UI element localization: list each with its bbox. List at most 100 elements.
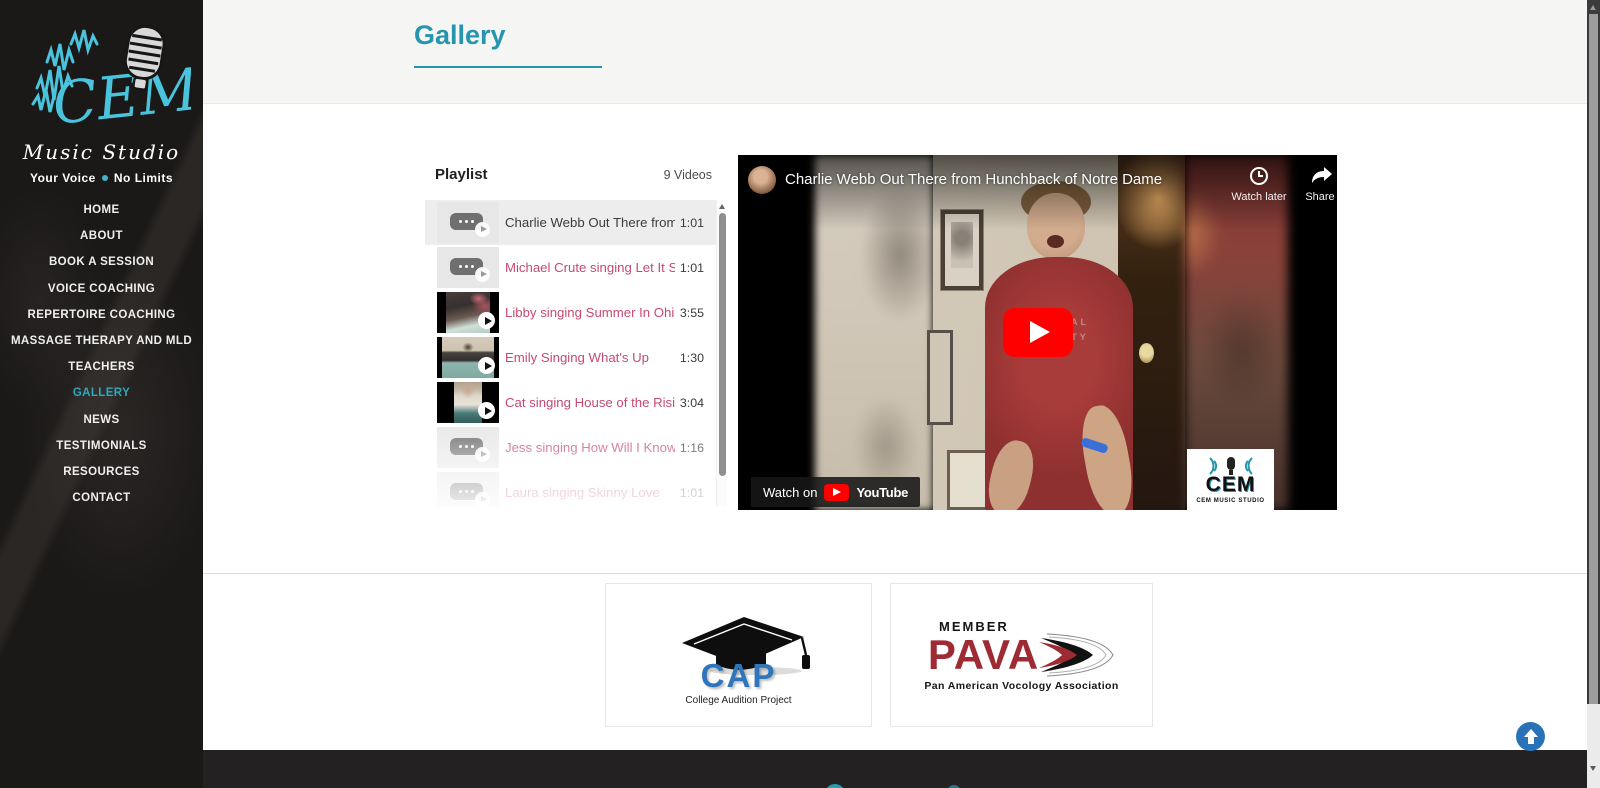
watermark-subtitle: CEM MUSIC STUDIO: [1196, 498, 1264, 504]
watermark-brand: CEM: [1206, 473, 1256, 497]
sidebar-item-about[interactable]: ABOUT: [0, 223, 203, 249]
tagline-left: Your Voice: [30, 171, 96, 185]
video-player-title[interactable]: Charlie Webb Out There from Hunchback of…: [785, 171, 1162, 188]
partner-card-cap[interactable]: CAP College Audition Project: [605, 583, 872, 727]
tagline-dot: [102, 175, 108, 181]
youtube-player[interactable]: VIRTUAL REALITY Charlie Webb Out There f…: [738, 155, 1337, 510]
scrollbar-up-button[interactable]: [1587, 0, 1600, 14]
page: CEM Music Studio Your Voice No Limits: [0, 0, 1600, 788]
playlist-item-title[interactable]: Jess singing How Will I Know: [505, 440, 675, 455]
pava-caption: Pan American Vocology Association: [924, 680, 1118, 692]
video-thumbnail[interactable]: [437, 472, 499, 507]
vase: [1139, 343, 1154, 363]
pava-logo-row: PAVA: [928, 632, 1115, 678]
play-icon: [475, 222, 490, 237]
playlist-item-duration: 1:01: [680, 486, 704, 500]
playlist-item-duration: 3:04: [680, 396, 704, 410]
browser-scrollbar-thumb[interactable]: [1587, 14, 1600, 704]
playlist-header: Playlist 9 Videos: [435, 166, 712, 183]
playlist-scrollbar[interactable]: [716, 200, 727, 507]
video-thumbnail[interactable]: [437, 337, 499, 378]
youtube-logo-icon: [824, 484, 849, 501]
sidebar-item-book-a-session[interactable]: BOOK A SESSION: [0, 249, 203, 275]
sidebar-item-testimonials[interactable]: TESTIMONIALS: [0, 433, 203, 459]
youtube-play-button[interactable]: [1003, 308, 1073, 357]
video-thumbnail[interactable]: [437, 382, 499, 423]
playlist-item[interactable]: Cat singing House of the Risi 3:04: [425, 380, 716, 425]
playlist-title: Playlist: [435, 166, 488, 183]
cem-logo-graphic: CEM: [13, 18, 191, 146]
sidebar-item-teachers[interactable]: TEACHERS: [0, 354, 203, 380]
vase: [1147, 277, 1165, 303]
wall-picture: [927, 330, 953, 425]
play-icon: [478, 402, 495, 419]
logo-subtitle: Music Studio: [0, 140, 203, 164]
playlist-item-title[interactable]: Emily Singing What's Up: [505, 350, 675, 365]
logo-brand-text: CEM: [49, 55, 191, 138]
video-thumbnail[interactable]: [437, 427, 499, 468]
playlist-item[interactable]: Emily Singing What's Up 1:30: [425, 335, 716, 380]
share-icon[interactable]: [1311, 166, 1333, 184]
playlist-item[interactable]: Michael Crute singing Let It S 1:01: [425, 245, 716, 290]
playlist-count: 9 Videos: [664, 168, 712, 182]
playlist-item-duration: 1:16: [680, 441, 704, 455]
playlist-item-title[interactable]: Laura singing Skinny Love: [505, 485, 675, 500]
sidebar-item-gallery[interactable]: GALLERY: [0, 380, 203, 406]
playlist-item[interactable]: Charlie Webb Out There from 1:01: [425, 200, 716, 245]
singer-mouth: [1047, 235, 1064, 248]
sidebar-item-massage-therapy[interactable]: MASSAGE THERAPY AND MLD: [0, 328, 203, 354]
channel-avatar[interactable]: [748, 166, 776, 194]
sidebar-item-news[interactable]: NEWS: [0, 407, 203, 433]
sidebar-item-voice-coaching[interactable]: VOICE COACHING: [0, 276, 203, 302]
watch-later-label[interactable]: Watch later: [1219, 191, 1299, 203]
playlist-item-duration: 1:01: [680, 261, 704, 275]
tagline-right: No Limits: [114, 171, 173, 185]
youtube-label: YouTube: [856, 485, 908, 500]
video-thumbnail[interactable]: [437, 247, 499, 288]
playlist-item[interactable]: Libby singing Summer In Ohi 3:55: [425, 290, 716, 335]
sidebar-item-contact[interactable]: CONTACT: [0, 485, 203, 511]
playlist-item-duration: 1:30: [680, 351, 704, 365]
scroll-to-top-button[interactable]: [1516, 722, 1545, 751]
play-icon: [475, 492, 490, 507]
title-underline: [414, 66, 602, 68]
scrollbar-up-arrow-icon[interactable]: [719, 204, 725, 209]
partner-card-pava[interactable]: MEMBER PAVA Pan American Vocology Associ…: [890, 583, 1153, 727]
playlist-item-title[interactable]: Charlie Webb Out There from: [505, 215, 675, 230]
pava-logo-text: PAVA: [928, 635, 1039, 675]
playlist-item-title[interactable]: Libby singing Summer In Ohi: [505, 305, 675, 320]
studio-logo[interactable]: CEM Music Studio Your Voice No Limits: [0, 18, 203, 185]
video-thumbnail[interactable]: [437, 292, 499, 333]
play-icon: [475, 447, 490, 462]
up-arrow-icon: [1524, 729, 1538, 737]
play-icon: [478, 357, 495, 374]
playlist-item-title[interactable]: Michael Crute singing Let It S: [505, 260, 675, 275]
play-icon: [478, 312, 495, 329]
watch-on-label: Watch on: [763, 485, 817, 500]
play-icon: [475, 267, 490, 282]
playlist-list[interactable]: Charlie Webb Out There from 1:01 Michael…: [425, 200, 716, 507]
sidebar-nav: HOME ABOUT BOOK A SESSION VOICE COACHING…: [0, 197, 203, 511]
sidebar-item-repertoire-coaching[interactable]: REPERTOIRE COACHING: [0, 302, 203, 328]
watch-on-youtube-button[interactable]: Watch on YouTube: [751, 477, 920, 507]
social-icon[interactable]: [825, 784, 845, 788]
video-thumbnail[interactable]: [437, 202, 499, 243]
scrollbar-thumb[interactable]: [719, 213, 726, 476]
watch-later-icon[interactable]: [1250, 167, 1268, 185]
sidebar-item-home[interactable]: HOME: [0, 197, 203, 223]
playlist-item[interactable]: Laura singing Skinny Love 1:01: [425, 470, 716, 507]
playlist-item-title[interactable]: Cat singing House of the Risi: [505, 395, 675, 410]
browser-scrollbar[interactable]: [1587, 0, 1600, 788]
pava-swoosh-icon: [1039, 632, 1115, 678]
playlist-item[interactable]: Jess singing How Will I Know 1:16: [425, 425, 716, 470]
share-label[interactable]: Share: [1296, 191, 1337, 203]
sidebar-item-resources[interactable]: RESOURCES: [0, 459, 203, 485]
playlist-item-duration: 3:55: [680, 306, 704, 320]
playlist-item-duration: 1:01: [680, 216, 704, 230]
scrollbar-down-arrow-icon[interactable]: [1590, 766, 1596, 771]
page-title: Gallery: [414, 20, 506, 51]
cap-caption: College Audition Project: [685, 695, 791, 706]
main-content: Gallery Playlist 9 Videos Charlie Webb O…: [203, 0, 1587, 788]
section-divider: [203, 573, 1587, 574]
vase: [1167, 281, 1181, 301]
